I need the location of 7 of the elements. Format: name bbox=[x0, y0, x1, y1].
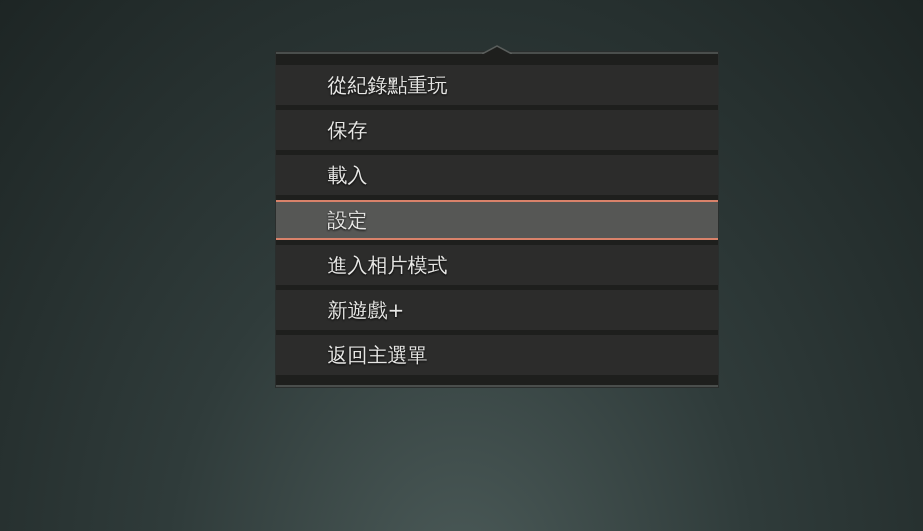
menu-item[interactable]: 載入 bbox=[276, 155, 718, 195]
menu-item[interactable]: 進入相片模式 bbox=[276, 245, 718, 285]
menu-item[interactable]: 保存 bbox=[276, 110, 718, 150]
menu-item[interactable]: 從紀錄點重玩 bbox=[276, 65, 718, 105]
menu-item[interactable]: 返回主選單 bbox=[276, 335, 718, 375]
menu-item[interactable]: 新遊戲+ bbox=[276, 290, 718, 330]
menu-item[interactable]: 設定 bbox=[276, 200, 718, 240]
